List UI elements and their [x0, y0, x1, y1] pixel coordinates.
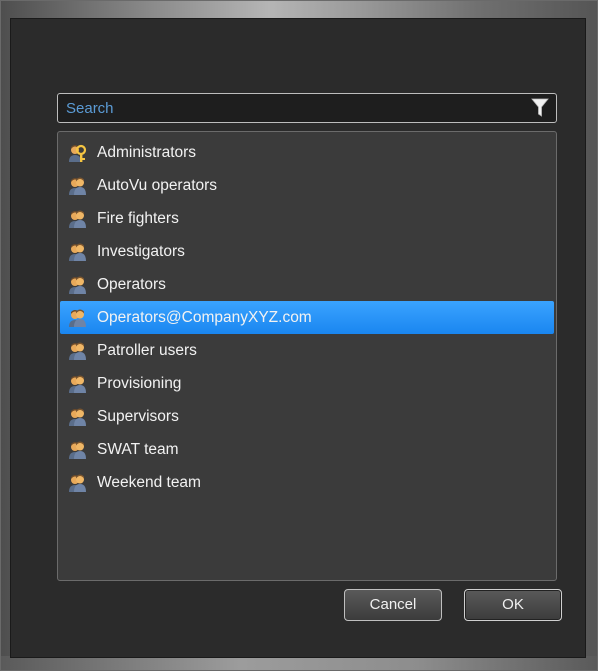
list-item-label: Patroller users — [97, 341, 197, 359]
search-input[interactable] — [58, 94, 518, 122]
list-item[interactable]: Patroller users — [60, 334, 554, 367]
list-item-label: Administrators — [97, 143, 197, 161]
admin-group-icon — [66, 142, 88, 164]
filter-funnel-icon[interactable] — [530, 97, 550, 119]
user-group-icon — [66, 241, 88, 263]
list-item[interactable]: Provisioning — [60, 367, 554, 400]
user-group-list[interactable]: Administrators AutoVu operators Fire fig… — [57, 131, 557, 581]
select-user-group-dialog: Administrators AutoVu operators Fire fig… — [10, 18, 586, 658]
ok-button[interactable]: OK — [464, 589, 562, 621]
list-item-label: Weekend team — [97, 473, 201, 491]
list-item[interactable]: SWAT team — [60, 433, 554, 466]
list-item[interactable]: Administrators — [60, 136, 554, 169]
search-box — [57, 93, 557, 123]
list-item[interactable]: Weekend team — [60, 466, 554, 499]
user-group-icon — [66, 208, 88, 230]
user-group-icon — [66, 373, 88, 395]
list-item[interactable]: Operators — [60, 268, 554, 301]
user-group-icon — [66, 406, 88, 428]
list-item-label: SWAT team — [97, 440, 179, 458]
list-item[interactable]: AutoVu operators — [60, 169, 554, 202]
list-item-label: Supervisors — [97, 407, 179, 425]
list-item[interactable]: Investigators — [60, 235, 554, 268]
list-item[interactable]: Operators@CompanyXYZ.com — [60, 301, 554, 334]
list-item-label: Fire fighters — [97, 209, 179, 227]
user-group-icon — [66, 307, 88, 329]
user-group-icon — [66, 472, 88, 494]
list-item[interactable]: Supervisors — [60, 400, 554, 433]
list-item-label: AutoVu operators — [97, 176, 218, 194]
user-group-icon — [66, 340, 88, 362]
user-group-icon — [66, 439, 88, 461]
list-item-label: Investigators — [97, 242, 185, 260]
list-item-label: Provisioning — [97, 374, 182, 392]
list-item-label: Operators@CompanyXYZ.com — [97, 308, 312, 326]
user-group-icon — [66, 274, 88, 296]
list-item[interactable]: Fire fighters — [60, 202, 554, 235]
list-item-label: Operators — [97, 275, 166, 293]
cancel-button[interactable]: Cancel — [344, 589, 442, 621]
user-group-icon — [66, 175, 88, 197]
